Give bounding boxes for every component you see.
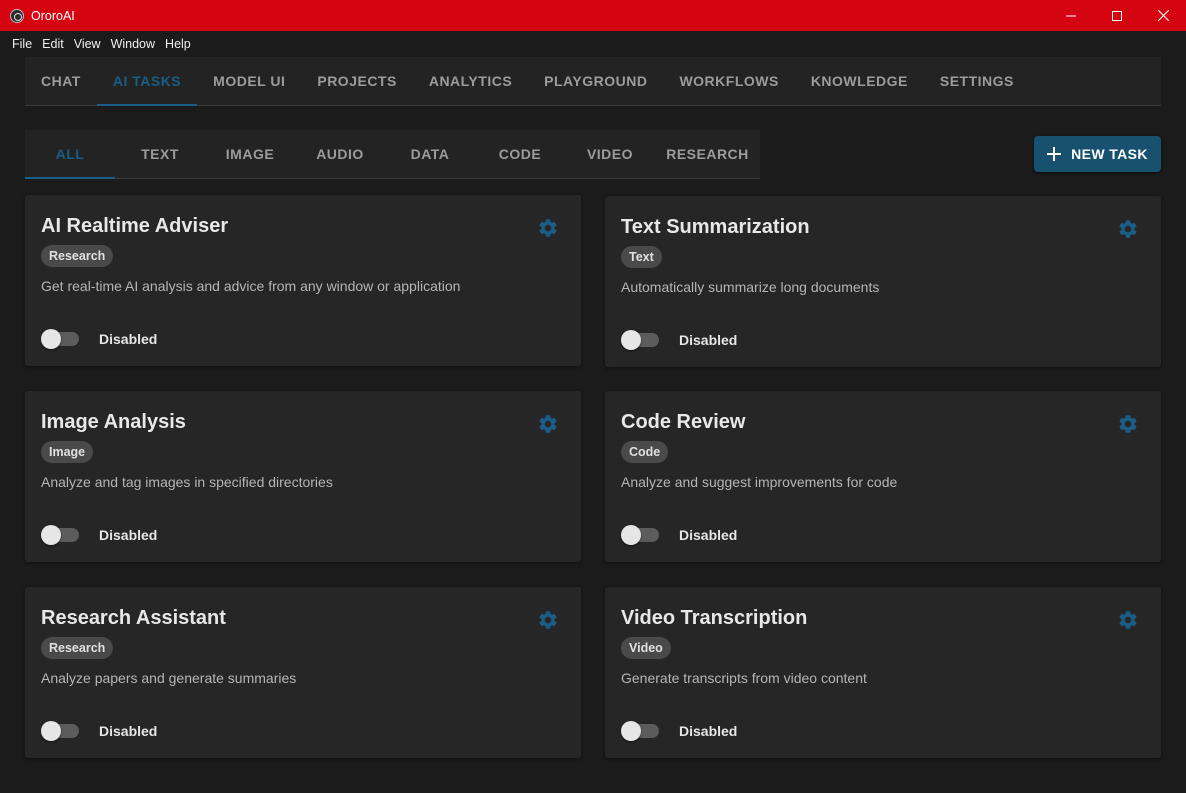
maximize-button[interactable] [1094, 0, 1140, 31]
task-title: Text Summarization [621, 216, 810, 238]
menu-window[interactable]: Window [106, 37, 160, 51]
task-description: Automatically summarize long documents [621, 279, 880, 295]
enable-toggle[interactable] [41, 721, 79, 741]
maximize-icon [1112, 10, 1122, 21]
task-card: AI Realtime Adviser Research Get real-ti… [25, 195, 581, 366]
toggle-knob [621, 525, 641, 545]
task-card: Video Transcription Video Generate trans… [605, 587, 1161, 758]
toggle-knob [41, 525, 61, 545]
task-description: Generate transcripts from video content [621, 670, 867, 686]
filter-tab-data[interactable]: DATA [385, 130, 475, 178]
task-card: Text Summarization Text Automatically su… [605, 196, 1161, 367]
task-description: Analyze and tag images in specified dire… [41, 474, 333, 490]
filter-tab-audio[interactable]: AUDIO [295, 130, 385, 178]
gear-icon[interactable] [1117, 218, 1139, 240]
task-card: Research Assistant Research Analyze pape… [25, 587, 581, 758]
filter-tab-all[interactable]: ALL [25, 130, 115, 179]
new-task-label: NEW TASK [1071, 146, 1148, 162]
enable-toggle[interactable] [621, 721, 659, 741]
enable-toggle[interactable] [621, 330, 659, 350]
enable-toggle[interactable] [621, 525, 659, 545]
category-badge: Code [621, 441, 669, 463]
plus-icon [1047, 147, 1062, 161]
new-task-button[interactable]: NEW TASK [1034, 136, 1161, 172]
tab-chat[interactable]: CHAT [25, 57, 97, 105]
toggle-knob [41, 721, 61, 741]
enable-toggle[interactable] [41, 329, 79, 349]
filter-tab-video[interactable]: VIDEO [565, 130, 655, 178]
task-card: Code Review Code Analyze and suggest imp… [605, 391, 1161, 562]
tab-projects[interactable]: PROJECTS [301, 57, 412, 105]
task-title: Code Review [621, 411, 746, 433]
enable-toggle[interactable] [41, 525, 79, 545]
gear-icon[interactable] [1117, 413, 1139, 435]
window-controls [1048, 0, 1186, 31]
gear-icon[interactable] [537, 413, 559, 435]
gear-icon[interactable] [537, 609, 559, 631]
filter-tab-text[interactable]: TEXT [115, 130, 205, 178]
main-tab-bar: CHAT AI TASKS MODEL UI PROJECTS ANALYTIC… [25, 57, 1161, 106]
task-status: Disabled [99, 723, 158, 739]
category-tab-bar: ALL TEXT IMAGE AUDIO DATA CODE VIDEO RES… [25, 130, 760, 179]
tab-analytics[interactable]: ANALYTICS [413, 57, 528, 105]
gear-icon[interactable] [537, 217, 559, 239]
title-bar: OroroAI [0, 0, 1186, 31]
menu-help[interactable]: Help [160, 37, 196, 51]
task-title: Video Transcription [621, 607, 808, 629]
tab-settings[interactable]: SETTINGS [924, 57, 1030, 105]
tab-ai-tasks[interactable]: AI TASKS [96, 57, 198, 106]
tab-model-ui[interactable]: MODEL UI [197, 57, 301, 105]
toggle-knob [41, 329, 61, 349]
task-card: Image Analysis Image Analyze and tag ima… [25, 391, 581, 562]
task-status: Disabled [679, 527, 738, 543]
app-logo-icon [10, 8, 24, 23]
menu-view[interactable]: View [69, 37, 106, 51]
task-title: Research Assistant [41, 607, 226, 629]
toggle-knob [621, 721, 641, 741]
minimize-button[interactable] [1048, 0, 1094, 31]
task-status: Disabled [99, 527, 158, 543]
window-title: OroroAI [31, 8, 75, 23]
task-title: AI Realtime Adviser [41, 215, 229, 237]
menu-file[interactable]: File [7, 37, 37, 51]
toggle-knob [621, 330, 641, 350]
filter-tab-image[interactable]: IMAGE [205, 130, 295, 178]
category-badge: Image [41, 441, 94, 463]
task-status: Disabled [679, 723, 738, 739]
gear-icon[interactable] [1117, 609, 1139, 631]
task-description: Analyze and suggest improvements for cod… [621, 474, 898, 490]
tab-playground[interactable]: PLAYGROUND [528, 57, 663, 105]
task-status: Disabled [679, 332, 738, 348]
filter-tab-code[interactable]: CODE [475, 130, 565, 178]
task-description: Get real-time AI analysis and advice fro… [41, 278, 461, 294]
category-badge: Text [621, 246, 662, 268]
tab-knowledge[interactable]: KNOWLEDGE [795, 57, 924, 105]
close-icon [1157, 10, 1169, 21]
task-description: Analyze papers and generate summaries [41, 670, 297, 686]
category-badge: Research [41, 637, 114, 659]
category-badge: Research [41, 245, 114, 267]
task-title: Image Analysis [41, 411, 186, 433]
minimize-icon [1066, 15, 1076, 16]
close-button[interactable] [1140, 0, 1186, 31]
tab-workflows[interactable]: WORKFLOWS [663, 57, 794, 105]
task-status: Disabled [99, 331, 158, 347]
category-badge: Video [621, 637, 671, 659]
menu-edit[interactable]: Edit [37, 37, 69, 51]
menu-bar: File Edit View Window Help [0, 31, 1186, 57]
filter-tab-research[interactable]: RESEARCH [655, 130, 760, 178]
